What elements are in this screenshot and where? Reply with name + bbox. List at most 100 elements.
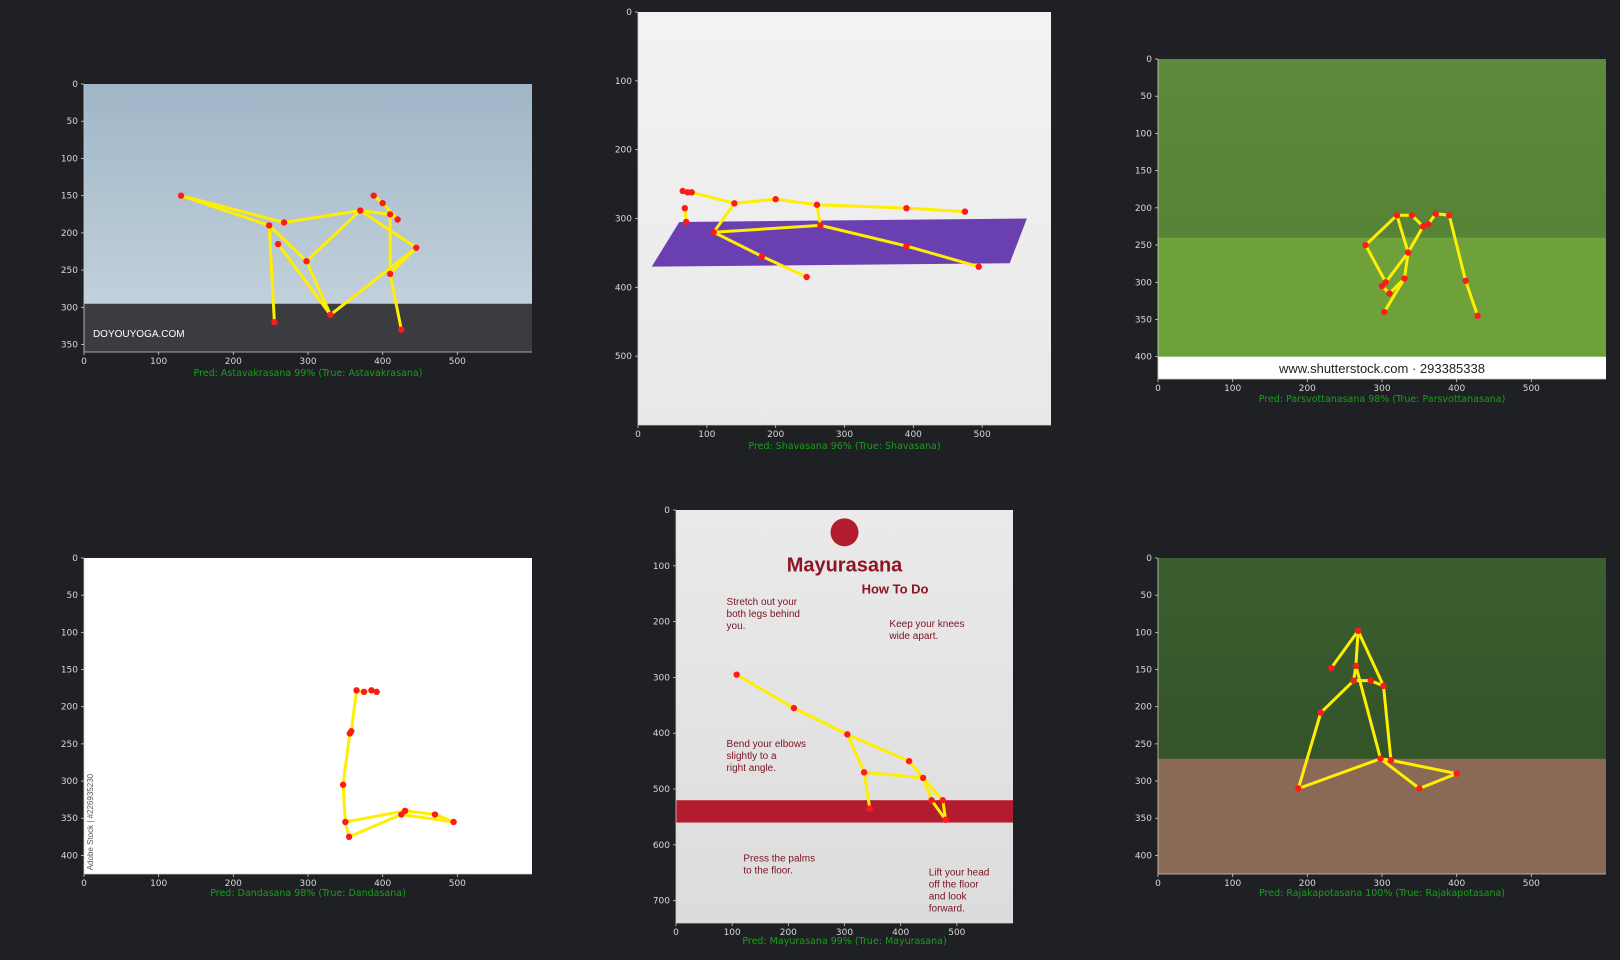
panel-mayurasana: Mayurasana How To Do Stretch out your both … [540,480,1080,960]
x-tick-label: 500 [974,430,991,440]
y-tick-label: 400 [1135,353,1152,363]
y-tick-label: 200 [1135,204,1152,214]
keypoint-dot [1317,709,1324,716]
keypoint-dot [942,816,949,823]
x-tick-label: 300 [836,430,853,440]
y-tick-label: 400 [615,283,632,293]
yoga-mat [651,218,1027,267]
y-tick-label: 400 [653,729,670,739]
keypoint-dot [1367,677,1374,684]
y-tick-label: 700 [653,897,670,907]
keypoint-dot [731,200,738,207]
keypoint-dot [688,189,695,196]
keypoint-dot [710,229,717,236]
brand-logo-icon [830,518,859,547]
x-tick-label: 300 [299,357,316,367]
keypoint-dot [353,687,360,694]
keypoint-dot [1377,755,1384,762]
keypoint-dot [386,270,394,278]
keypoint-dot [975,263,982,270]
x-tick-label: 0 [81,357,87,367]
panel-dandasana: Adobe Stock | #226935230 0 100 200 300 400 500… [0,480,540,900]
x-tick-label: 100 [698,430,715,440]
y-tick-label: 100 [653,562,670,572]
keypoint-dot [1381,308,1388,316]
keypoint-dot [360,688,368,696]
y-tick-label: 200 [1135,703,1152,713]
x-tick-label: 100 [150,357,167,367]
keypoint-dot [1404,249,1412,256]
image-subtitle-text: How To Do [862,582,929,597]
keypoint-dot [817,222,824,229]
keypoint-dot [345,833,353,841]
y-tick-label: 250 [1135,740,1152,750]
keypoint-dot [1453,770,1460,777]
keypoint-dot [1462,277,1469,284]
keypoint-dot [386,211,394,218]
keypoint-dot [682,218,690,226]
x-tick-label: 500 [449,357,466,367]
panel-parsvottanasana: www.shutterstock.com · 293385338 0 100 200 3… [1080,0,1620,410]
y-tick-label: 250 [61,266,78,276]
x-tick-label: 400 [905,430,922,440]
image-watermark-text: Adobe Stock | #226935230 [86,773,95,870]
keypoint-dot [903,204,910,212]
keypoint-dot [1386,290,1393,297]
keypoint-dot [280,219,288,226]
y-tick-label: 100 [1135,129,1152,139]
keypoint-dot [1408,212,1416,219]
keypoint-dot [1295,785,1302,792]
caption-dandasana: Pred: Dandasana 98% (True: Dandasana) [210,888,406,899]
plot-shavasana: 0 100 200 300 400 500 0 100 200 300 400 500 [615,8,1051,440]
keypoint-dot [1352,662,1360,670]
y-tick-label: 0 [72,554,78,564]
keypoint-dot [1350,677,1357,684]
y-tick-label: 300 [615,215,632,225]
rock-ledge [1158,758,1606,874]
keypoint-dot [342,818,349,826]
y-tick-label: 50 [1141,92,1153,102]
keypoint-dot [1474,312,1481,319]
keypoint-dot [177,192,185,199]
y-tick-label: 500 [653,785,670,795]
caption-rajakapotasana: Pred: Rajakapotasana 100% (True: Rajakap… [1258,888,1506,899]
caption-astavakrasana: Pred: Astavakrasana 99% (True: Astavakra… [193,368,423,379]
x-tick-label: 200 [1299,384,1316,394]
y-tick-label: 100 [1135,628,1152,638]
keypoint-dot [398,811,405,818]
image-watermark-text: DOYOUYOGA.COM [93,329,185,340]
y-tick-label: 400 [1135,851,1152,861]
panel-rajakapotasana: 0 100 200 300 400 500 0 50 100 150 200 250 300 350 400… [1080,480,1620,900]
keypoint-dot [1425,221,1432,228]
keypoint-dot [1380,682,1387,690]
keypoint-dot [733,671,740,678]
keypoint-dot [373,688,380,696]
y-tick-label: 400 [61,851,78,861]
keypoint-dot [803,273,810,281]
keypoint-dot [1432,210,1439,217]
y-tick-label: 250 [1135,241,1152,251]
keypoint-dot [379,199,386,207]
keypoint-dot [303,257,310,265]
y-tick-label: 200 [61,229,78,239]
pose-image-shavasana [638,12,1051,425]
y-tick-label: 100 [615,77,632,87]
keypoint-dot [903,242,910,250]
keypoint-dot [265,222,273,229]
y-tick-label: 350 [61,341,78,351]
keypoint-dot [758,253,766,260]
image-watermark-text: www.shutterstock.com · 293385338 [1278,361,1485,376]
x-tick-label: 400 [374,357,391,367]
keypoint-dot [274,240,282,248]
y-tick-label: 350 [1135,814,1152,824]
keypoint-dot [866,805,873,812]
y-tick-label: 0 [664,506,670,516]
y-tick-label: 150 [1135,167,1152,177]
keypoint-dot [1378,282,1386,290]
pose-image-dandasana [84,558,532,874]
keypoint-dot [905,757,913,765]
keypoint-dot [939,797,946,804]
y-tick-label: 100 [61,628,78,638]
keypoint-dot [346,730,354,737]
y-tick-label: 600 [653,841,670,851]
